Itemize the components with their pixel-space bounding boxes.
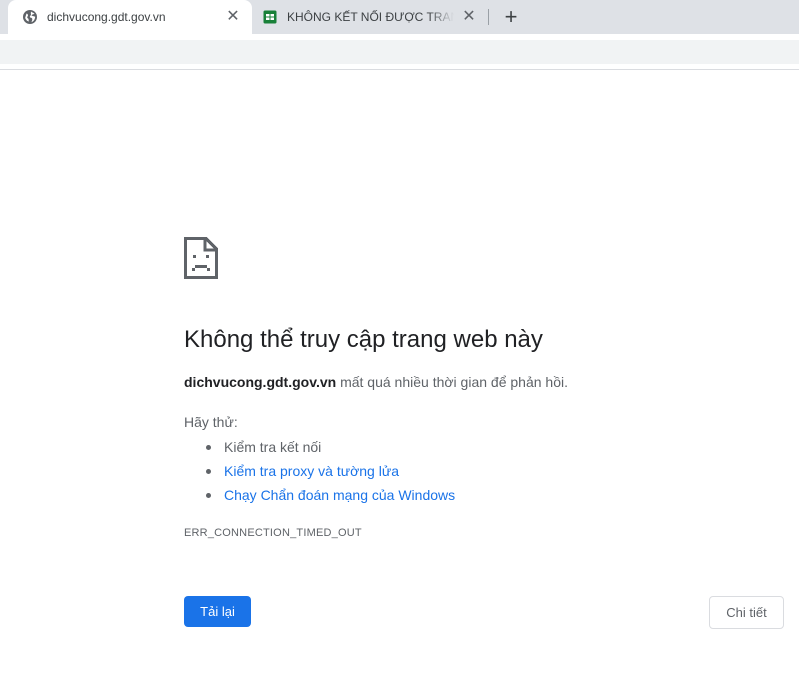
close-tab-icon[interactable]: ✕ [460, 8, 478, 26]
error-message: mất quá nhiều thời gian để phản hồi. [340, 374, 568, 390]
tab-title: dichvucong.gdt.gov.vn [47, 10, 166, 24]
tab-dichvucong[interactable]: dichvucong.gdt.gov.vn ✕ [8, 0, 252, 34]
suggestion-list: Kiểm tra kết nối Kiểm tra proxy và tường… [184, 435, 455, 507]
tab-separator [488, 9, 489, 25]
suggestion-network-diagnostics-link[interactable]: Chạy Chẩn đoán mạng của Windows [224, 487, 455, 503]
tab-khong-ket-noi[interactable]: KHÔNG KẾT NỐI ĐƯỢC TRANG DỊCH VỤ CÔNG ✕ [254, 0, 488, 34]
error-page: Không thể truy cập trang web này dichvuc… [0, 71, 799, 686]
try-label: Hãy thử: [184, 414, 238, 430]
omnibox-area[interactable] [0, 40, 799, 64]
error-host: dichvucong.gdt.gov.vn [184, 374, 337, 390]
error-code: ERR_CONNECTION_TIMED_OUT [184, 527, 362, 539]
sheets-icon [262, 9, 278, 25]
globe-icon [22, 9, 38, 25]
sad-page-icon [184, 237, 218, 279]
tab-title: KHÔNG KẾT NỐI ĐƯỢC TRANG DỊCH VỤ CÔNG [287, 10, 454, 24]
reload-button[interactable]: Tải lại [184, 596, 251, 627]
suggestion-check-proxy-link[interactable]: Kiểm tra proxy và tường lửa [224, 463, 399, 479]
details-button[interactable]: Chi tiết [709, 596, 784, 629]
close-tab-icon[interactable]: ✕ [224, 8, 242, 26]
suggestion-check-connection: Kiểm tra kết nối [224, 439, 322, 455]
tab-strip: dichvucong.gdt.gov.vn ✕ KHÔNG KẾT NỐI ĐƯ… [0, 0, 799, 34]
new-tab-button[interactable]: + [500, 6, 522, 28]
list-item: Kiểm tra kết nối [184, 435, 455, 459]
list-item: Kiểm tra proxy và tường lửa [184, 459, 455, 483]
toolbar [0, 34, 799, 70]
error-title: Không thể truy cập trang web này [184, 326, 543, 353]
list-item: Chạy Chẩn đoán mạng của Windows [184, 483, 455, 507]
error-description: dichvucong.gdt.gov.vn mất quá nhiều thời… [184, 374, 568, 390]
